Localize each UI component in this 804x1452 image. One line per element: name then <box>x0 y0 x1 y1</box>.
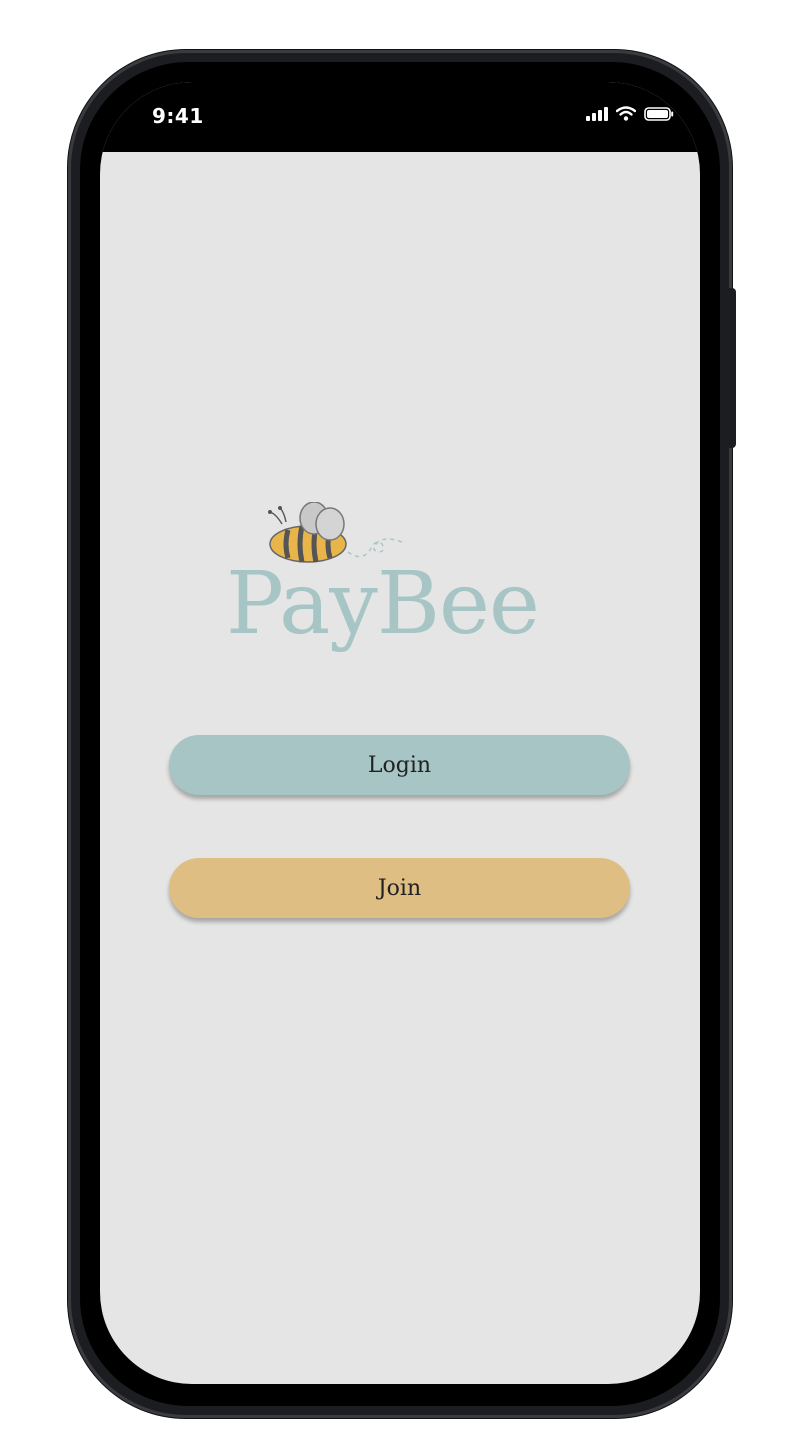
status-time: 9:41 <box>152 104 204 128</box>
signal-icon <box>586 106 608 121</box>
status-bar: 9:41 <box>100 82 700 152</box>
battery-icon <box>644 106 674 121</box>
join-button[interactable]: Join <box>169 858 630 918</box>
logo-wordmark: PayBee <box>226 554 540 654</box>
wifi-icon <box>616 106 636 121</box>
paybee-logo: PayBee <box>220 502 580 662</box>
phone-side-button <box>728 288 736 448</box>
app-screen: 9:41 PayBee Login Join <box>100 82 700 1384</box>
status-icons <box>586 106 674 121</box>
login-button[interactable]: Login <box>169 735 630 795</box>
